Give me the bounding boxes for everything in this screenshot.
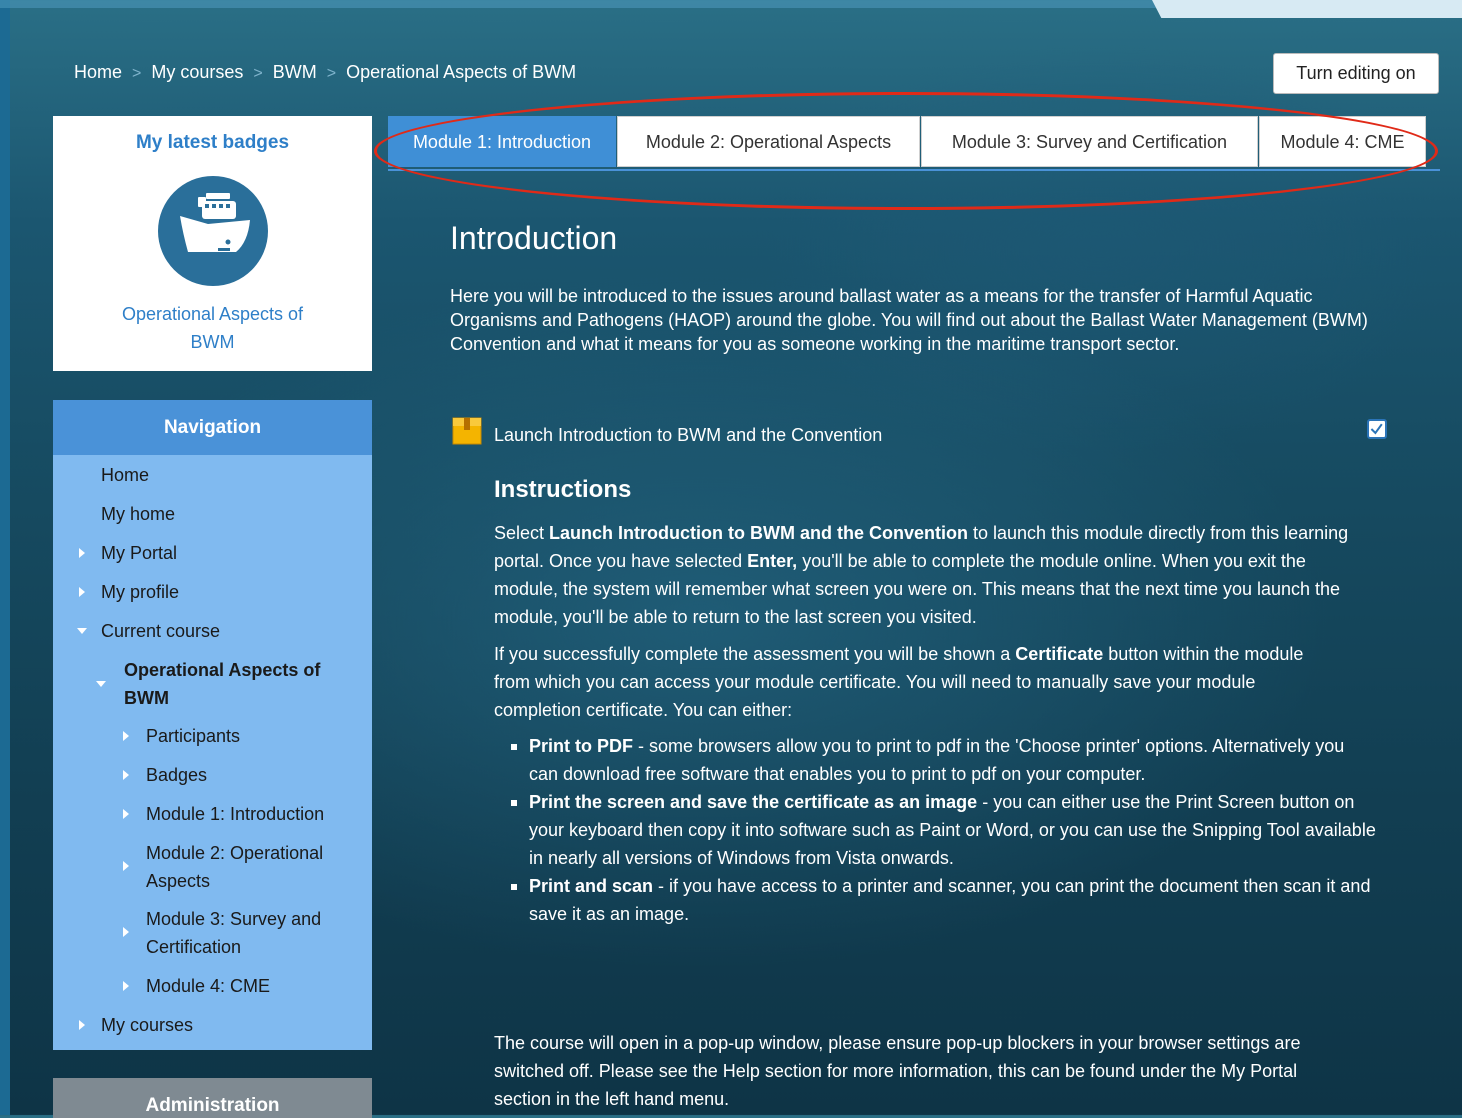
tab-module-2[interactable]: Module 2: Operational Aspects bbox=[617, 116, 920, 167]
collapse-arrow-icon[interactable] bbox=[77, 628, 87, 634]
administration-block: Administration bbox=[53, 1078, 372, 1118]
section-summary: Here you will be introduced to the issue… bbox=[450, 286, 1368, 354]
navigation-block: Navigation Home My home My Portal My pro… bbox=[53, 400, 372, 1050]
nav-item-current-course[interactable]: Current course bbox=[101, 617, 220, 645]
breadcrumb-my-courses[interactable]: My courses bbox=[151, 62, 243, 82]
nav-item-home[interactable]: Home bbox=[101, 461, 149, 489]
nav-item-module-2[interactable]: Module 2: Operational Aspects bbox=[146, 839, 356, 895]
expand-arrow-icon[interactable] bbox=[123, 981, 129, 991]
expand-arrow-icon[interactable] bbox=[123, 927, 129, 937]
breadcrumb-separator: > bbox=[132, 65, 142, 82]
popup-notice: The course will open in a pop-up window,… bbox=[494, 1033, 1301, 1109]
tab-module-3[interactable]: Module 3: Survey and Certification bbox=[921, 116, 1258, 167]
nav-item-course-name[interactable]: Operational Aspects of BWM bbox=[124, 656, 354, 712]
breadcrumb-separator: > bbox=[326, 65, 337, 82]
ship-badge-icon[interactable] bbox=[157, 176, 268, 286]
expand-arrow-icon[interactable] bbox=[123, 731, 129, 741]
window-frame-corner bbox=[1152, 0, 1462, 18]
tab-module-1[interactable]: Module 1: Introduction bbox=[388, 116, 616, 167]
breadcrumb-course[interactable]: Operational Aspects of BWM bbox=[346, 62, 576, 82]
nav-item-my-home[interactable]: My home bbox=[101, 500, 175, 528]
turn-editing-on-button[interactable]: Turn editing on bbox=[1273, 53, 1439, 94]
nav-item-badges[interactable]: Badges bbox=[146, 761, 207, 789]
nav-item-module-1[interactable]: Module 1: Introduction bbox=[146, 800, 324, 828]
expand-arrow-icon[interactable] bbox=[79, 1020, 85, 1030]
nav-item-my-profile[interactable]: My profile bbox=[101, 578, 179, 606]
expand-arrow-icon[interactable] bbox=[79, 587, 85, 597]
module-tabs: Module 1: Introduction Module 2: Operati… bbox=[388, 116, 1440, 171]
save-options-list: Print to PDF - some browsers allow you t… bbox=[508, 732, 1378, 928]
instructions-heading: Instructions bbox=[494, 476, 632, 503]
nav-item-module-3[interactable]: Module 3: Survey and Certification bbox=[146, 905, 356, 961]
latest-badges-block: My latest badges Operational Aspects of … bbox=[53, 116, 372, 371]
breadcrumb-separator: > bbox=[253, 65, 263, 82]
window-frame-left bbox=[0, 0, 10, 1115]
nav-item-my-courses[interactable]: My courses bbox=[101, 1011, 193, 1039]
launch-activity-link[interactable]: Launch Introduction to BWM and the Conve… bbox=[494, 425, 882, 446]
badges-block-title: My latest badges bbox=[135, 132, 290, 153]
instructions-paragraph-1: Select Launch Introduction to BWM and th… bbox=[494, 523, 1349, 627]
section-title: Introduction bbox=[450, 220, 618, 256]
expand-arrow-icon[interactable] bbox=[123, 770, 129, 780]
instructions-paragraph-2: If you successfully complete the assessm… bbox=[494, 644, 1304, 720]
nav-item-my-portal[interactable]: My Portal bbox=[101, 539, 177, 567]
badge-link[interactable]: Operational Aspects of BWM bbox=[118, 300, 308, 356]
expand-arrow-icon[interactable] bbox=[79, 548, 85, 558]
breadcrumb-bwm[interactable]: BWM bbox=[273, 62, 317, 82]
nav-item-module-4[interactable]: Module 4: CME bbox=[146, 972, 270, 1000]
navigation-title: Navigation bbox=[53, 400, 372, 455]
tab-module-4[interactable]: Module 4: CME bbox=[1259, 116, 1426, 167]
nav-item-participants[interactable]: Participants bbox=[146, 722, 240, 750]
breadcrumb: Home > My courses > BWM > Operational Aspects … bbox=[74, 62, 576, 83]
collapse-arrow-icon[interactable] bbox=[96, 681, 106, 687]
package-icon bbox=[452, 417, 482, 445]
list-item: Print to PDF - some browsers allow you t… bbox=[508, 732, 1378, 788]
list-item: Print and scan - if you have access to a… bbox=[508, 872, 1378, 928]
list-item: Print the screen and save the certificat… bbox=[508, 788, 1378, 872]
checkbox-checked-icon[interactable] bbox=[1367, 419, 1387, 439]
expand-arrow-icon[interactable] bbox=[123, 809, 129, 819]
expand-arrow-icon[interactable] bbox=[123, 861, 129, 871]
administration-title: Administration bbox=[145, 1095, 280, 1116]
breadcrumb-home[interactable]: Home bbox=[74, 62, 122, 82]
